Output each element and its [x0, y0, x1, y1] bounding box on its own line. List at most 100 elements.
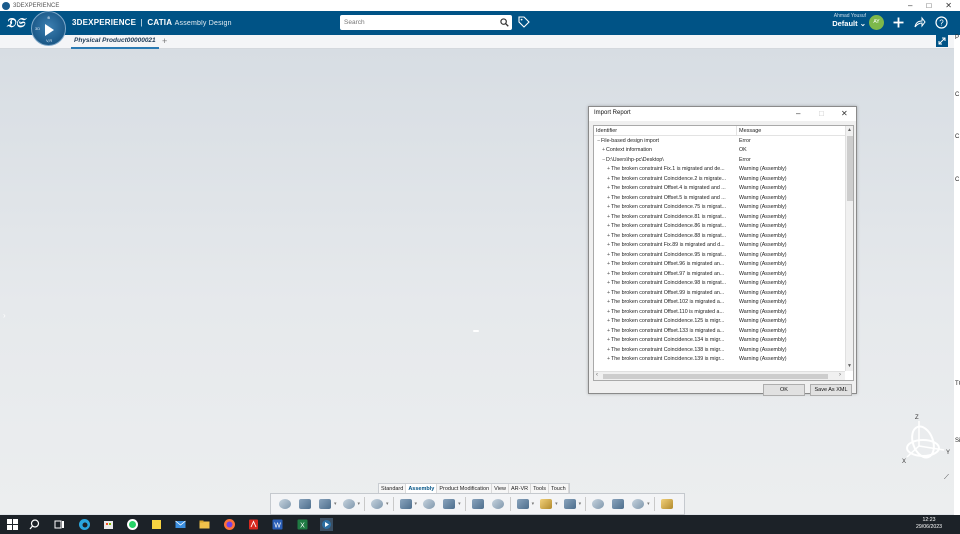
compass-button[interactable]: ⊗ 3D V,R	[31, 11, 66, 46]
report-row[interactable]: +The broken constraint Offset.4 is migra…	[594, 184, 846, 194]
user-avatar[interactable]: AY	[869, 15, 884, 30]
dialog-titlebar[interactable]: Import Report – □ ✕	[589, 107, 856, 121]
report-row[interactable]: +The broken constraint Coincidence.81 is…	[594, 212, 846, 222]
report-row[interactable]: +The broken constraint Offset.110 is mig…	[594, 307, 846, 317]
clash-icon[interactable]	[590, 496, 606, 512]
report-row[interactable]: +The broken constraint Fix.1 is migrated…	[594, 165, 846, 175]
section-tab-assembly[interactable]: Assembly	[406, 484, 438, 493]
section-tab-ar-vr[interactable]: AR-VR	[509, 484, 532, 493]
measure-icon[interactable]	[562, 496, 578, 512]
section-icon[interactable]	[630, 496, 646, 512]
undo-dropdown-icon[interactable]: ▾	[358, 501, 361, 507]
report-row[interactable]: +The broken constraint Offset.5 is migra…	[594, 193, 846, 203]
whatsapp-icon[interactable]	[126, 518, 139, 531]
acrobat-icon[interactable]	[247, 518, 260, 531]
paste-icon[interactable]	[317, 496, 333, 512]
store-icon[interactable]	[102, 518, 115, 531]
file-explorer-icon[interactable]	[198, 518, 211, 531]
sticky-notes-icon[interactable]	[150, 518, 163, 531]
save-as-xml-button[interactable]: Save As XML	[810, 384, 852, 396]
task-view-icon[interactable]	[53, 518, 66, 531]
resize-corner-icon[interactable]: ⟋	[944, 474, 949, 482]
publish-icon[interactable]	[659, 496, 675, 512]
report-row[interactable]: +The broken constraint Offset.97 is migr…	[594, 269, 846, 279]
section-tab-standard[interactable]: Standard	[379, 484, 407, 493]
analysis-icon[interactable]	[610, 496, 626, 512]
search-input[interactable]	[340, 15, 490, 30]
collab-space-selector[interactable]: Default ⌄	[832, 19, 866, 28]
share-icon[interactable]	[913, 16, 926, 29]
undo-icon[interactable]	[341, 496, 357, 512]
help-icon[interactable]: ?	[935, 16, 948, 29]
fullscreen-icon[interactable]	[936, 35, 948, 47]
maximize-button[interactable]: □	[926, 0, 931, 11]
update-dropdown-icon[interactable]: ▾	[386, 501, 389, 507]
paste-dropdown-icon[interactable]: ▾	[334, 501, 337, 507]
column-identifier[interactable]: Identifier	[594, 126, 737, 135]
report-row[interactable]: +The broken constraint Coincidence.134 i…	[594, 336, 846, 346]
horizontal-scrollbar[interactable]: ‹ ›	[594, 371, 845, 380]
scroll-right-icon[interactable]: ›	[839, 372, 841, 378]
report-row[interactable]: +The broken constraint Coincidence.125 i…	[594, 317, 846, 327]
report-row[interactable]: +The broken constraint Coincidence.86 is…	[594, 222, 846, 232]
windows-start-icon[interactable]	[6, 518, 19, 531]
snap-icon[interactable]	[515, 496, 531, 512]
cut-icon[interactable]	[277, 496, 293, 512]
taskbar-search-icon[interactable]	[29, 518, 42, 531]
import-report-list[interactable]: Identifier Message −File-based design im…	[593, 125, 854, 381]
search-icon[interactable]	[500, 18, 509, 27]
report-row[interactable]: +The broken constraint Coincidence.95 is…	[594, 250, 846, 260]
section-tab-touch[interactable]: Touch	[549, 484, 569, 493]
insert-product-icon[interactable]	[398, 496, 414, 512]
mail-icon[interactable]	[174, 518, 187, 531]
report-row[interactable]: +The broken constraint Offset.99 is migr…	[594, 288, 846, 298]
scroll-left-icon[interactable]: ‹	[596, 372, 598, 378]
system-clock[interactable]: 12:23 29/06/2023	[916, 517, 942, 531]
insert-dropdown-icon[interactable]: ▾	[415, 501, 418, 507]
snap-dropdown-icon[interactable]: ▾	[532, 501, 535, 507]
dialog-minimize-button[interactable]: –	[796, 107, 800, 121]
dialog-close-button[interactable]: ✕	[841, 107, 848, 121]
firefox-icon[interactable]	[223, 518, 236, 531]
assembly-constraint-icon[interactable]	[441, 496, 457, 512]
tab-physical-product[interactable]: Physical Product00000021	[71, 35, 159, 49]
column-message[interactable]: Message	[737, 126, 761, 135]
section-dropdown-icon[interactable]: ▾	[647, 501, 650, 507]
ok-button[interactable]: OK	[763, 384, 805, 396]
word-icon[interactable]: W	[271, 518, 284, 531]
copy-icon[interactable]	[297, 496, 313, 512]
section-tab-tools[interactable]: Tools	[531, 484, 549, 493]
ds-logo-icon[interactable]: 𝔇𝔖	[6, 15, 25, 31]
report-row[interactable]: +The broken constraint Coincidence.88 is…	[594, 231, 846, 241]
report-row[interactable]: +The broken constraint Offset.102 is mig…	[594, 298, 846, 308]
horizontal-scroll-thumb[interactable]	[603, 374, 828, 379]
scroll-down-icon[interactable]: ▼	[847, 363, 852, 369]
engineering-connection-icon[interactable]	[421, 496, 437, 512]
add-icon[interactable]	[892, 16, 905, 29]
explode-icon[interactable]	[470, 496, 486, 512]
measure-dropdown-icon[interactable]: ▾	[579, 501, 582, 507]
section-tab-product-modification[interactable]: Product Modification	[437, 484, 493, 493]
side-panel-arrow-icon[interactable]: ›	[3, 311, 6, 320]
report-row[interactable]: +The broken constraint Coincidence.138 i…	[594, 345, 846, 355]
3dexperience-taskbar-icon[interactable]	[320, 518, 333, 531]
report-row[interactable]: +The broken constraint Offset.96 is migr…	[594, 260, 846, 270]
report-row[interactable]: +The broken constraint Offset.133 is mig…	[594, 326, 846, 336]
report-row[interactable]: +The broken constraint Fix.89 is migrate…	[594, 241, 846, 251]
report-row[interactable]: −D:\Users\hp-pc\Desktop\ Error	[594, 155, 846, 165]
axis-dropdown-icon[interactable]: ▾	[555, 501, 558, 507]
constraint-dropdown-icon[interactable]: ▾	[458, 501, 461, 507]
scroll-up-icon[interactable]: ▲	[847, 127, 852, 133]
manipulate-icon[interactable]	[490, 496, 506, 512]
edge-browser-icon[interactable]	[78, 518, 91, 531]
excel-icon[interactable]: X	[296, 518, 309, 531]
close-window-button[interactable]: ✕	[945, 0, 952, 11]
vertical-scroll-thumb[interactable]	[847, 136, 853, 201]
add-tab-button[interactable]: +	[162, 36, 167, 46]
update-icon[interactable]	[369, 496, 385, 512]
report-row[interactable]: +Context information OK	[594, 146, 846, 156]
report-row[interactable]: −File-based design import Error	[594, 136, 846, 146]
report-row[interactable]: +The broken constraint Coincidence.139 i…	[594, 355, 846, 365]
tag-icon[interactable]	[518, 16, 530, 28]
minimize-button[interactable]: –	[908, 0, 912, 11]
